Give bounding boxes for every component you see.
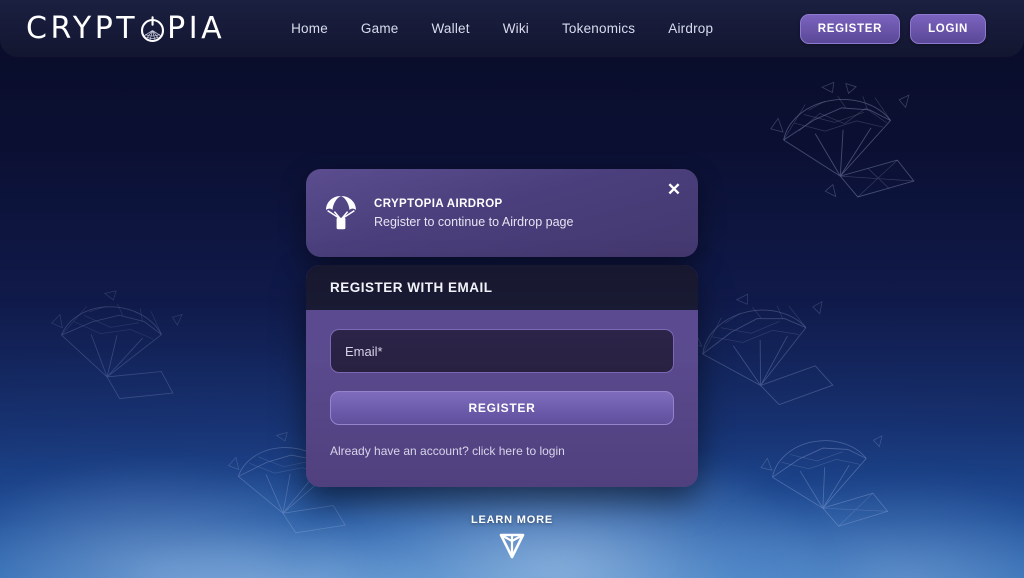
logo-wordmark: CRYPT PIA: [26, 10, 226, 46]
nav-item-home[interactable]: Home: [291, 21, 328, 36]
nav-item-wallet[interactable]: Wallet: [431, 21, 469, 36]
nav-item-wiki[interactable]: Wiki: [503, 21, 529, 36]
header-actions: REGISTER LOGIN: [799, 13, 986, 44]
nav-item-game[interactable]: Game: [361, 21, 399, 36]
top-navbar: CRYPT PIA Home Game Wallet Wiki Tokenomi…: [0, 0, 1024, 57]
site-logo[interactable]: CRYPT PIA: [26, 9, 225, 49]
main-nav: Home Game Wallet Wiki Tokenomics Airdrop: [291, 21, 713, 36]
power-circle-icon: [139, 14, 166, 44]
learn-more-label: LEARN MORE: [471, 514, 553, 526]
logo-text-after: PIA: [167, 10, 226, 46]
parachute-icon: [324, 194, 358, 232]
airdrop-banner: CRYPTOPIA AIRDROP Register to continue t…: [306, 169, 698, 257]
learn-more-section[interactable]: LEARN MORE: [0, 514, 1024, 566]
diamond-icon[interactable]: [496, 531, 528, 566]
register-submit-button[interactable]: REGISTER: [330, 391, 674, 425]
header-register-button[interactable]: REGISTER: [799, 13, 901, 44]
logo-text-before: CRYPT: [26, 10, 139, 46]
banner-text-block: CRYPTOPIA AIRDROP Register to continue t…: [374, 198, 573, 229]
banner-subtitle: Register to continue to Airdrop page: [374, 214, 574, 229]
register-card-title: REGISTER WITH EMAIL: [330, 280, 493, 295]
register-card-body: REGISTER Already have an account? click …: [306, 310, 698, 460]
nav-item-tokenomics[interactable]: Tokenomics: [562, 21, 635, 36]
parachute-mid-right: [677, 280, 840, 427]
email-field[interactable]: [330, 329, 674, 373]
register-card-header: REGISTER WITH EMAIL: [306, 265, 698, 310]
close-icon[interactable]: ✕: [663, 178, 685, 200]
login-link[interactable]: Already have an account? click here to l…: [330, 444, 565, 458]
parachute-mid-left: [38, 280, 188, 413]
page-root: CRYPT PIA Home Game Wallet Wiki Tokenomi…: [0, 0, 1024, 578]
nav-item-airdrop[interactable]: Airdrop: [668, 21, 713, 36]
parachute-top-right: [762, 73, 921, 213]
banner-title: CRYPTOPIA AIRDROP: [374, 197, 503, 210]
header-login-button[interactable]: LOGIN: [910, 13, 986, 44]
register-card: REGISTER WITH EMAIL REGISTER Already hav…: [306, 265, 698, 487]
